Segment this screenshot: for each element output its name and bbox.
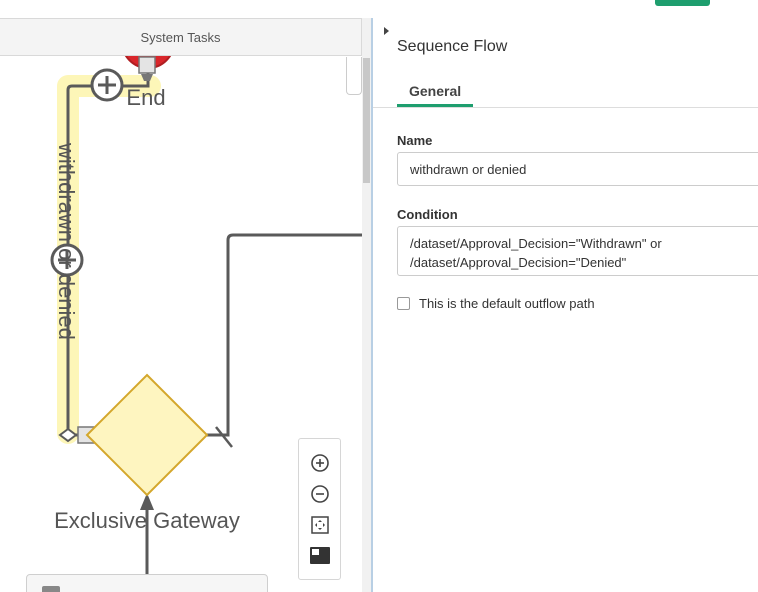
sequence-flow-other[interactable]	[207, 233, 362, 437]
default-outflow-checkbox[interactable]	[397, 297, 410, 310]
properties-panel: Sequence Flow General Name withdrawn or …	[373, 0, 758, 592]
condition-label: Condition	[397, 207, 458, 222]
gateway-label: Exclusive Gateway	[54, 508, 240, 533]
zoom-toolbar	[298, 438, 341, 580]
zoom-out-icon[interactable]	[309, 483, 331, 505]
zoom-in-icon[interactable]	[309, 452, 331, 474]
tab-general[interactable]: General	[397, 78, 474, 107]
fit-to-screen-icon[interactable]	[309, 514, 331, 536]
name-label: Name	[397, 133, 433, 148]
bendpoint-add-icon[interactable]	[90, 68, 124, 102]
scrollbar-thumb[interactable]	[363, 58, 370, 183]
canvas-scrollbar[interactable]	[362, 18, 371, 592]
task-card[interactable]	[26, 574, 268, 592]
tabs-bar: General	[373, 78, 758, 108]
flow-end-handle[interactable]	[138, 56, 156, 74]
task-icon	[42, 586, 60, 592]
name-field[interactable]: withdrawn or denied	[397, 152, 758, 186]
default-outflow-row[interactable]: This is the default outflow path	[397, 296, 595, 311]
default-outflow-label: This is the default outflow path	[419, 296, 595, 311]
lane-resize-tab[interactable]	[346, 57, 362, 95]
minimap-toggle-icon[interactable]	[309, 545, 331, 567]
primary-action-button[interactable]	[655, 0, 710, 6]
collapse-panel-icon[interactable]	[384, 27, 389, 35]
condition-field[interactable]: /dataset/Approval_Decision="Withdrawn" o…	[397, 226, 758, 276]
end-event-label: End	[126, 85, 165, 110]
flow-label: withdrawn or denied	[54, 142, 79, 340]
lane-title: System Tasks	[140, 29, 221, 45]
diagram-canvas[interactable]: End withdrawn or denied Exclusive Gatewa…	[0, 0, 371, 592]
exclusive-gateway[interactable]	[85, 373, 209, 497]
lane-header: System Tasks	[0, 18, 362, 56]
panel-title: Sequence Flow	[397, 38, 508, 55]
default-flow-slash	[215, 426, 233, 448]
canvas-top-strip	[0, 0, 371, 18]
